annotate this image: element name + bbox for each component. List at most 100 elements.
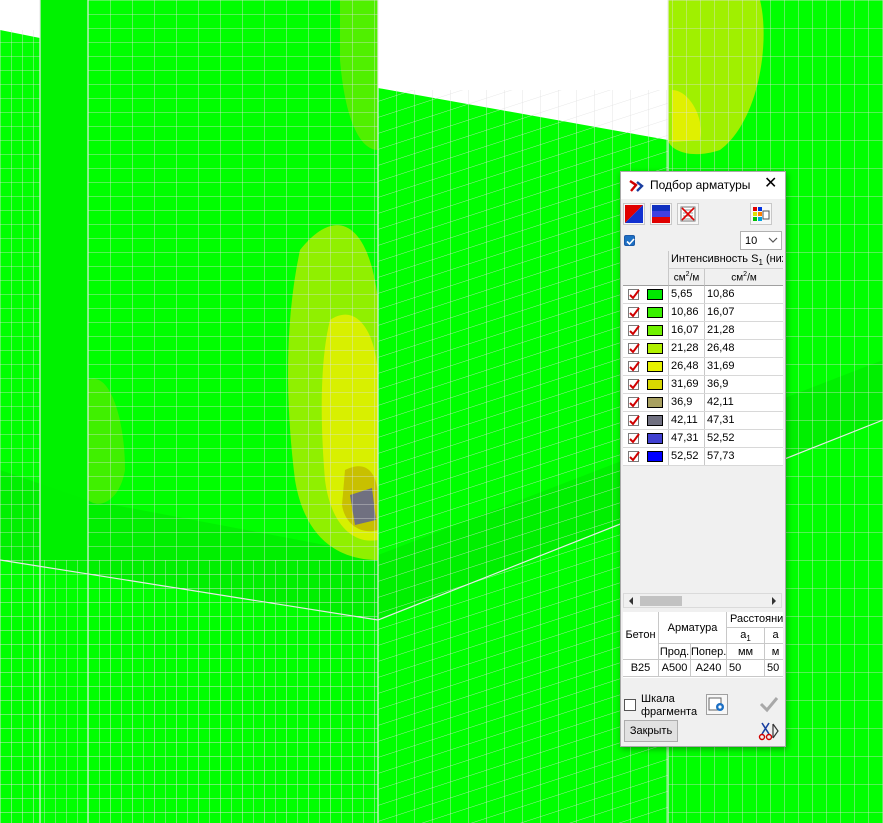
legend-row[interactable]: 26,48 31,69 [623,358,783,376]
levels-count-value: 10 [745,235,758,247]
cut-button[interactable] [757,720,781,742]
legend-to-value[interactable]: 57,73 [704,448,783,465]
intensity-column-header: Интенсивность S1 (ниж [668,251,783,269]
to-unit-header: см2/м [704,269,783,286]
legend-row-checkbox[interactable] [628,397,640,408]
diagonal-split-icon [625,205,643,223]
legend-row[interactable]: 47,31 52,52 [623,430,783,448]
palette-icon [753,207,770,221]
a1-unit: мм [727,644,765,660]
parameters-table: Бетон Арматура Расстояни a1 a Прод. Попе… [623,612,783,678]
legend-from-value[interactable]: 31,69 [668,376,704,393]
legend-row[interactable]: 36,9 42,11 [623,394,783,412]
long-rebar-value[interactable]: A500 [659,660,691,677]
legend-row[interactable]: 5,65 10,86 [623,286,783,304]
checkmark-icon [629,289,640,300]
palette-settings-button[interactable] [750,203,772,225]
a2-value[interactable]: 50 [765,660,783,677]
long-rebar-header: Прод. [659,644,691,660]
fragment-scale-checkbox[interactable] [624,699,636,711]
checkmark-icon [629,397,640,408]
scroll-right-icon[interactable] [770,596,778,606]
diagonal-fill-button[interactable] [623,203,645,225]
concrete-header: Бетон [623,612,659,660]
dialog-title: Подбор арматуры [650,178,751,192]
checkmark-icon [629,343,640,354]
legend-horizontal-scrollbar[interactable] [623,593,782,608]
legend-to-value[interactable]: 42,11 [704,394,783,411]
trans-rebar-value[interactable]: A240 [691,660,727,677]
legend-from-value[interactable]: 47,31 [668,430,704,447]
legend-to-value[interactable]: 10,86 [704,286,783,303]
legend-row-checkbox[interactable] [628,379,640,390]
legend-to-value[interactable]: 52,52 [704,430,783,447]
legend-row-checkbox[interactable] [628,343,640,354]
legend-color-swatch[interactable] [647,307,663,318]
levels-count-select[interactable]: 10 [740,231,782,250]
checkmark-icon [626,238,635,246]
legend-enabled-checkbox[interactable] [624,235,635,246]
legend-from-value[interactable]: 26,48 [668,358,704,375]
legend-color-swatch[interactable] [647,379,663,390]
legend-color-swatch[interactable] [647,415,663,426]
legend-to-value[interactable]: 21,28 [704,322,783,339]
gradient-fill-button[interactable] [650,203,672,225]
dialog-titlebar[interactable]: Подбор арматуры ✕ [621,172,785,199]
legend-from-value[interactable]: 52,52 [668,448,704,465]
checkmark-icon [629,415,640,426]
a1-sub: 1 [746,634,751,644]
legend-to-value[interactable]: 26,48 [704,340,783,357]
legend-from-value[interactable]: 42,11 [668,412,704,429]
legend-row[interactable]: 21,28 26,48 [623,340,783,358]
legend-color-swatch[interactable] [647,397,663,408]
legend-to-value[interactable]: 36,9 [704,376,783,393]
legend-from-value[interactable]: 16,07 [668,322,704,339]
legend-to-value[interactable]: 16,07 [704,304,783,321]
legend-row-checkbox[interactable] [628,325,640,336]
legend-color-swatch[interactable] [647,361,663,372]
scale-settings-button[interactable] [706,694,728,715]
clear-legend-button[interactable] [677,203,699,225]
checkmark-icon [629,325,640,336]
legend-from-value[interactable]: 5,65 [668,286,704,303]
legend-row-checkbox[interactable] [628,361,640,372]
legend-from-value[interactable]: 10,86 [668,304,704,321]
apply-button[interactable] [757,693,781,715]
concrete-value[interactable]: B25 [623,660,659,677]
legend-row[interactable]: 16,07 21,28 [623,322,783,340]
legend-rows: 5,65 10,86 10,86 16,07 16,07 21,28 21,28 26,48 2… [623,286,783,466]
legend-from-value[interactable]: 21,28 [668,340,704,357]
legend-color-swatch[interactable] [647,451,663,462]
legend-to-value[interactable]: 31,69 [704,358,783,375]
legend-row-checkbox[interactable] [628,289,640,300]
legend-row[interactable]: 31,69 36,9 [623,376,783,394]
legend-row-checkbox[interactable] [628,451,640,462]
legend-row-checkbox[interactable] [628,307,640,318]
checkmark-icon [629,361,640,372]
close-icon[interactable]: ✕ [764,176,777,192]
color-bands-icon [652,205,670,223]
app-logo-icon [629,180,644,192]
checkmark-icon [629,433,640,444]
scroll-left-icon[interactable] [627,596,635,606]
legend-row[interactable]: 42,11 47,31 [623,412,783,430]
legend-color-swatch[interactable] [647,343,663,354]
distance-header: Расстояни [727,612,783,628]
legend-header-corner [623,251,668,286]
legend-row[interactable]: 52,52 57,73 [623,448,783,466]
close-button[interactable]: Закрыть [624,720,678,742]
legend-row-checkbox[interactable] [628,433,640,444]
a1-value[interactable]: 50 [727,660,765,677]
clear-list-icon [680,206,696,222]
legend-color-swatch[interactable] [647,289,663,300]
legend-color-swatch[interactable] [647,433,663,444]
legend-row[interactable]: 10,86 16,07 [623,304,783,322]
legend-row-checkbox[interactable] [628,415,640,426]
legend-color-swatch[interactable] [647,325,663,336]
legend-to-value[interactable]: 47,31 [704,412,783,429]
scrollbar-thumb[interactable] [640,596,682,606]
checkmark-icon [629,307,640,318]
intensity-header-text: Интенсивность S [671,253,759,265]
fragment-scale-label-line2: фрагмента [641,706,698,718]
legend-from-value[interactable]: 36,9 [668,394,704,411]
